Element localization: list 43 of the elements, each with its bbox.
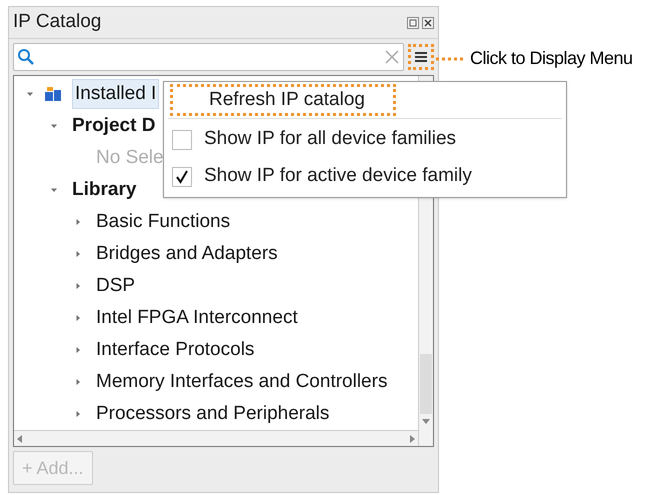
menu-item-label: Show IP for active device family <box>204 164 472 188</box>
expand-arrow-icon[interactable] <box>74 314 82 322</box>
collapse-arrow-icon[interactable] <box>26 90 34 98</box>
tree-item[interactable]: Interface Protocols <box>94 336 256 364</box>
scroll-down-icon[interactable] <box>422 418 430 424</box>
search-field[interactable] <box>13 43 404 71</box>
scroll-left-icon[interactable] <box>17 434 23 442</box>
collapse-arrow-icon[interactable] <box>50 186 58 194</box>
tree-item[interactable]: Intel FPGA Interconnect <box>94 304 300 332</box>
float-icon[interactable] <box>407 16 419 28</box>
panel-title: IP Catalog <box>13 10 102 34</box>
tree-item[interactable]: Bridges and Adapters <box>94 240 280 268</box>
close-icon[interactable] <box>422 16 434 28</box>
clear-icon[interactable] <box>384 49 400 65</box>
tree-item[interactable]: Installed I <box>72 79 160 109</box>
menu-item-label: Show IP for all device families <box>204 127 456 152</box>
tree-item[interactable]: Memory Interfaces and Controllers <box>94 368 390 396</box>
expand-arrow-icon[interactable] <box>74 282 82 290</box>
menu-item[interactable]: Show IP for active device family <box>164 158 566 195</box>
expand-arrow-icon[interactable] <box>74 410 82 418</box>
expand-arrow-icon[interactable] <box>74 346 82 354</box>
tree-item[interactable]: Library <box>70 176 138 204</box>
checkbox[interactable] <box>172 130 192 150</box>
tree-item[interactable]: DSP <box>94 272 138 300</box>
menu-icon <box>414 51 428 63</box>
scroll-right-icon[interactable] <box>409 434 415 442</box>
expand-arrow-icon[interactable] <box>74 378 82 386</box>
ip-block-icon <box>44 85 62 103</box>
collapse-arrow-icon[interactable] <box>50 122 58 130</box>
search-icon <box>17 48 35 66</box>
tree-item[interactable]: Basic Functions <box>94 208 232 236</box>
checkbox[interactable] <box>172 166 192 186</box>
tree-item[interactable]: Processors and Peripherals <box>94 400 332 428</box>
scrollbar-thumb[interactable] <box>420 354 432 414</box>
check-icon <box>175 170 189 184</box>
tree-item[interactable]: Project D <box>70 112 158 140</box>
expand-arrow-icon[interactable] <box>74 250 82 258</box>
expand-arrow-icon[interactable] <box>74 218 82 226</box>
menu-item[interactable]: Show IP for all device families <box>164 121 566 158</box>
callout-text: Click to Display Menu <box>470 47 633 70</box>
horizontal-scrollbar[interactable] <box>14 430 418 446</box>
leader-line <box>436 56 466 60</box>
menu-button[interactable] <box>408 44 434 70</box>
